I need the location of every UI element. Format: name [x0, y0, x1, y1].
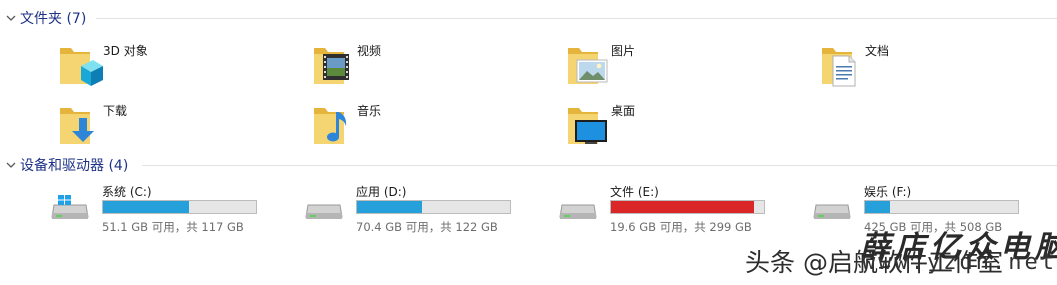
folder-documents-icon: [819, 40, 865, 94]
folder-item-music[interactable]: 音乐: [311, 100, 541, 154]
group-divider: [96, 18, 1057, 19]
usage-bar-fill: [611, 201, 754, 213]
folder-downloads-icon: [57, 100, 103, 154]
folder-label: 音乐: [357, 104, 382, 118]
folder-item-desktop[interactable]: 桌面: [565, 100, 795, 154]
folder-3d-objects-icon: [57, 40, 103, 94]
folder-item-videos[interactable]: 视频: [311, 40, 541, 94]
usage-bar: [102, 200, 257, 214]
folder-music-icon: [311, 100, 357, 154]
folder-label: 视频: [357, 44, 382, 58]
folder-item-pictures[interactable]: 图片: [565, 40, 795, 94]
drive-item-c[interactable]: 系统 (C:) 51.1 GB 可用，共 117 GB: [50, 183, 280, 234]
folder-desktop-icon: [565, 100, 611, 154]
folder-label: 图片: [611, 44, 636, 58]
usage-bar: [356, 200, 511, 214]
folder-pictures-icon: [565, 40, 611, 94]
group-title-folders: 文件夹 (7): [20, 11, 87, 27]
folder-label: 下载: [103, 104, 128, 118]
drive-label: 应用 (D:): [356, 185, 407, 199]
folder-item-3d-objects[interactable]: 3D 对象: [57, 40, 287, 94]
group-header-folders[interactable]: 文件夹 (7): [0, 8, 1057, 28]
free-space-text: 70.4 GB 可用，共 122 GB: [356, 220, 498, 234]
folder-label: 文档: [865, 44, 890, 58]
folder-label: 桌面: [611, 104, 636, 118]
overlay-url-text: www.yzdn.net: [862, 250, 1057, 275]
folder-item-documents[interactable]: 文档: [819, 40, 1049, 94]
drive-label: 娱乐 (F:): [864, 185, 912, 199]
drive-item-d[interactable]: 应用 (D:) 70.4 GB 可用，共 122 GB: [304, 183, 534, 234]
drive-label: 文件 (E:): [610, 185, 659, 199]
usage-bar-fill: [865, 201, 890, 213]
folder-item-downloads[interactable]: 下载: [57, 100, 287, 154]
drive-label: 系统 (C:): [102, 185, 152, 199]
usage-bar: [610, 200, 765, 214]
chevron-down-icon[interactable]: [4, 8, 18, 28]
usage-bar-fill: [103, 201, 190, 213]
group-title-drives: 设备和驱动器 (4): [20, 158, 129, 174]
folder-videos-icon: [311, 40, 357, 94]
windows-drive-icon: [50, 195, 90, 221]
group-divider: [142, 165, 1057, 166]
free-space-text: 51.1 GB 可用，共 117 GB: [102, 220, 244, 234]
drive-item-e[interactable]: 文件 (E:) 19.6 GB 可用，共 299 GB: [558, 183, 788, 234]
hard-drive-icon: [812, 195, 852, 221]
chevron-down-icon[interactable]: [4, 155, 18, 175]
hard-drive-icon: [558, 195, 598, 221]
hard-drive-icon: [304, 195, 344, 221]
folder-label: 3D 对象: [103, 44, 148, 58]
usage-bar: [864, 200, 1019, 214]
group-header-drives[interactable]: 设备和驱动器 (4): [0, 155, 1057, 175]
free-space-text: 19.6 GB 可用，共 299 GB: [610, 220, 752, 234]
usage-bar-fill: [357, 201, 422, 213]
